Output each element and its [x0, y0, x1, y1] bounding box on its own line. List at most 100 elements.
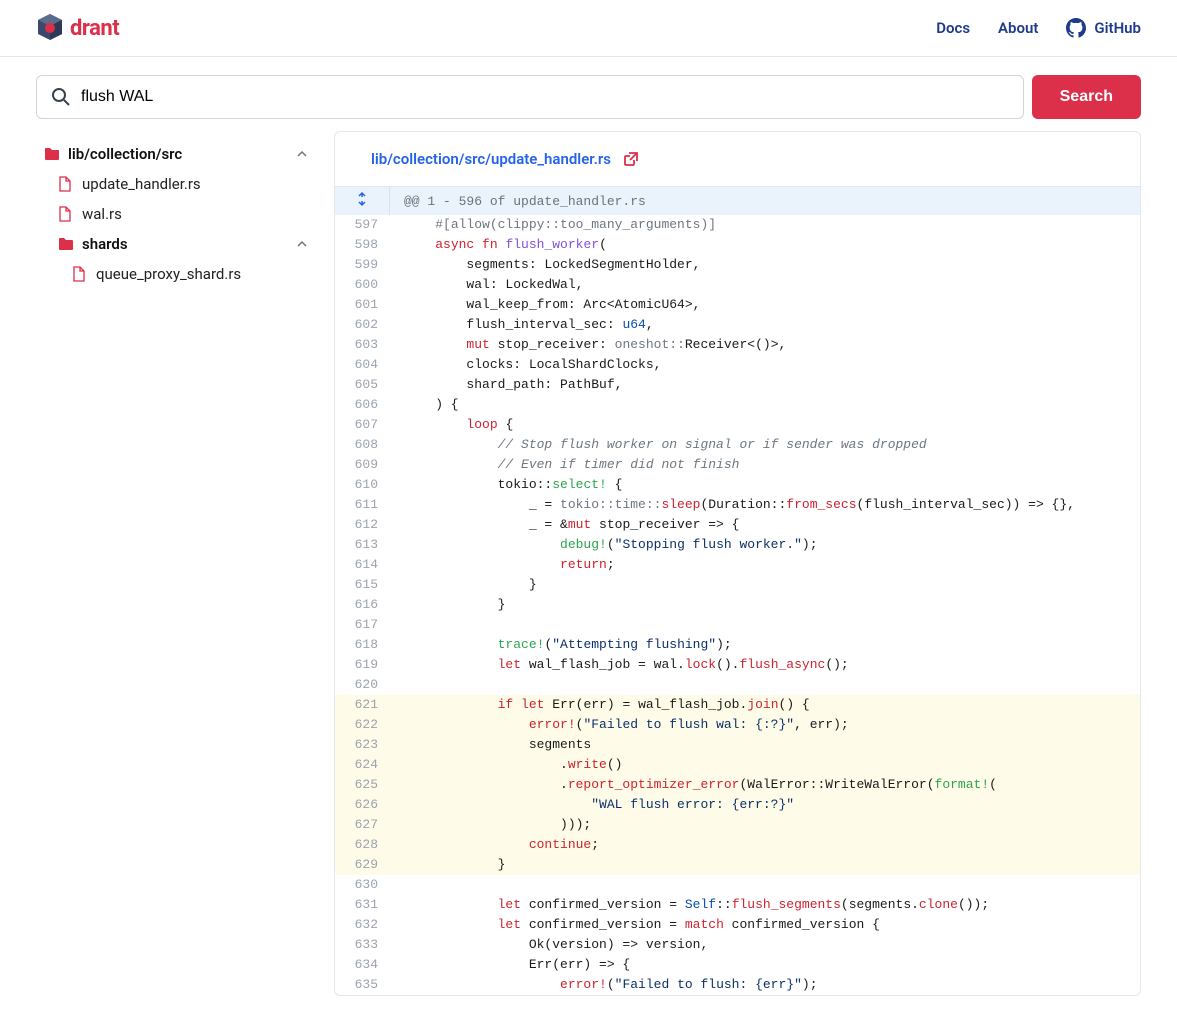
- code-text: wal: LockedWal,: [390, 275, 583, 295]
- code-text: #[allow(clippy::too_many_arguments)]: [390, 215, 716, 235]
- code-line: 622 error!("Failed to flush wal: {:?}", …: [335, 715, 1140, 735]
- line-number: 597: [335, 215, 390, 235]
- tree-file[interactable]: wal.rs: [36, 199, 316, 229]
- code-text: if let Err(err) = wal_flash_job.join() {: [390, 695, 810, 715]
- code-text: debug!("Stopping flush worker.");: [390, 535, 818, 555]
- expand-hunk-button[interactable]: [335, 187, 390, 215]
- code-text: let confirmed_version = Self::flush_segm…: [390, 895, 989, 915]
- code-text: async fn flush_worker(: [390, 235, 607, 255]
- tree-file[interactable]: queue_proxy_shard.rs: [36, 259, 316, 289]
- search-row: Search: [0, 57, 1177, 131]
- code-text: tokio::select! {: [390, 475, 622, 495]
- code-text: [390, 615, 404, 635]
- hunk-header: @@ 1 - 596 of update_handler.rs: [335, 187, 1140, 215]
- line-number: 603: [335, 335, 390, 355]
- code-line: 607 loop {: [335, 415, 1140, 435]
- code-line: 626 "WAL flush error: {err:?}": [335, 795, 1140, 815]
- nav-github[interactable]: GitHub: [1066, 18, 1141, 38]
- search-icon: [51, 87, 71, 107]
- line-number: 632: [335, 915, 390, 935]
- search-button[interactable]: Search: [1032, 75, 1141, 119]
- code-text: // Stop flush worker on signal or if sen…: [390, 435, 927, 455]
- line-number: 599: [335, 255, 390, 275]
- code-line: 597 #[allow(clippy::too_many_arguments)]: [335, 215, 1140, 235]
- code-line: 608 // Stop flush worker on signal or if…: [335, 435, 1140, 455]
- line-number: 618: [335, 635, 390, 655]
- code-text: error!("Failed to flush wal: {:?}", err)…: [390, 715, 849, 735]
- line-number: 613: [335, 535, 390, 555]
- code-line: 603 mut stop_receiver: oneshot::Receiver…: [335, 335, 1140, 355]
- tree-folder-shards[interactable]: shards: [36, 229, 316, 259]
- hunk-label: @@ 1 - 596 of update_handler.rs: [390, 190, 660, 213]
- line-number: 598: [335, 235, 390, 255]
- line-number: 620: [335, 675, 390, 695]
- code-panel: lib/collection/src/update_handler.rs @@ …: [334, 131, 1141, 996]
- line-number: 629: [335, 855, 390, 875]
- code-text: flush_interval_sec: u64,: [390, 315, 654, 335]
- line-number: 600: [335, 275, 390, 295]
- line-number: 605: [335, 375, 390, 395]
- code-text: Ok(version) => version,: [390, 935, 708, 955]
- file-icon: [58, 176, 76, 192]
- code-line: 600 wal: LockedWal,: [335, 275, 1140, 295]
- tree-folder-label: shards: [82, 235, 128, 253]
- line-number: 619: [335, 655, 390, 675]
- line-number: 633: [335, 935, 390, 955]
- code-text: return;: [390, 555, 615, 575]
- logo-icon: [36, 12, 64, 44]
- code-line: 614 return;: [335, 555, 1140, 575]
- code-text: shard_path: PathBuf,: [390, 375, 622, 395]
- line-number: 627: [335, 815, 390, 835]
- code-line: 620: [335, 675, 1140, 695]
- code-line: 616 }: [335, 595, 1140, 615]
- file-icon: [72, 266, 90, 282]
- line-number: 615: [335, 575, 390, 595]
- folder-icon: [58, 237, 76, 251]
- code-line: 619 let wal_flash_job = wal.lock().flush…: [335, 655, 1140, 675]
- code-line: 609 // Even if timer did not finish: [335, 455, 1140, 475]
- tree-folder-label: lib/collection/src: [68, 145, 182, 163]
- code-text: ) {: [390, 395, 459, 415]
- code-line: 617: [335, 615, 1140, 635]
- code-text: [390, 675, 404, 695]
- nav-about[interactable]: About: [998, 19, 1038, 37]
- tree-file[interactable]: update_handler.rs: [36, 169, 316, 199]
- line-number: 608: [335, 435, 390, 455]
- line-number: 630: [335, 875, 390, 895]
- line-number: 634: [335, 955, 390, 975]
- code-text: }: [390, 575, 537, 595]
- code-line: 602 flush_interval_sec: u64,: [335, 315, 1140, 335]
- code-line: 632 let confirmed_version = match confir…: [335, 915, 1140, 935]
- file-path[interactable]: lib/collection/src/update_handler.rs: [371, 150, 611, 168]
- code-line: 624 .write(): [335, 755, 1140, 775]
- nav-docs[interactable]: Docs: [936, 19, 970, 37]
- code-text: let wal_flash_job = wal.lock().flush_asy…: [390, 655, 849, 675]
- code-line: 630: [335, 875, 1140, 895]
- code-text: Err(err) => {: [390, 955, 630, 975]
- code-line: 634 Err(err) => {: [335, 955, 1140, 975]
- code-line: 613 debug!("Stopping flush worker.");: [335, 535, 1140, 555]
- line-number: 611: [335, 495, 390, 515]
- logo[interactable]: drant: [36, 12, 119, 44]
- code-line: 598 async fn flush_worker(: [335, 235, 1140, 255]
- code-text: "WAL flush error: {err:?}": [390, 795, 794, 815]
- code-text: mut stop_receiver: oneshot::Receiver<()>…: [390, 335, 786, 355]
- line-number: 606: [335, 395, 390, 415]
- code-text: [390, 875, 404, 895]
- external-link-icon[interactable]: [623, 151, 639, 167]
- line-number: 601: [335, 295, 390, 315]
- tree-folder-root[interactable]: lib/collection/src: [36, 139, 316, 169]
- code-line: 628 continue;: [335, 835, 1140, 855]
- code-line: 625 .report_optimizer_error(WalError::Wr…: [335, 775, 1140, 795]
- search-input[interactable]: [71, 88, 1009, 106]
- code-text: wal_keep_from: Arc<AtomicU64>,: [390, 295, 700, 315]
- code-text: }: [390, 855, 505, 875]
- code-line: 618 trace!("Attempting flushing");: [335, 635, 1140, 655]
- line-number: 628: [335, 835, 390, 855]
- code-line: 621 if let Err(err) = wal_flash_job.join…: [335, 695, 1140, 715]
- code-text: segments: LockedSegmentHolder,: [390, 255, 700, 275]
- code-text: segments: [390, 735, 591, 755]
- search-box: [36, 75, 1024, 119]
- code-line: 604 clocks: LocalShardClocks,: [335, 355, 1140, 375]
- line-number: 622: [335, 715, 390, 735]
